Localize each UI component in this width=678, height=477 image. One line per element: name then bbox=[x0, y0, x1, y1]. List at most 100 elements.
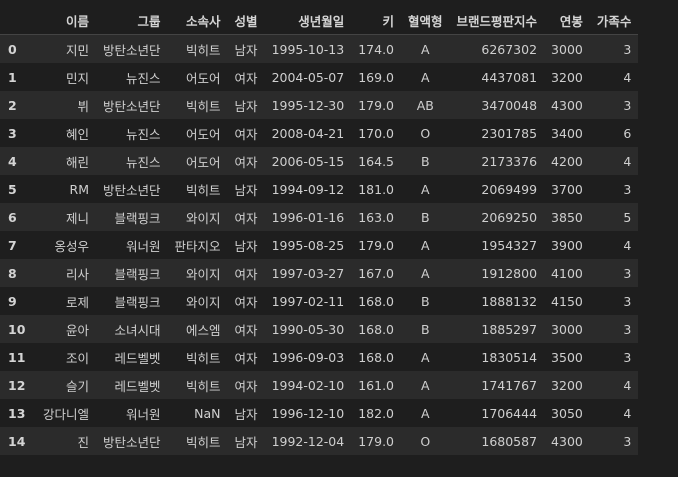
cell-height: 179.0 bbox=[358, 97, 395, 113]
cell-agency: 와이지 bbox=[186, 266, 221, 282]
index-header-blank bbox=[0, 6, 36, 35]
cell-group: 블랙핑크 bbox=[114, 294, 161, 310]
cell-agency: 빅히트 bbox=[186, 434, 221, 450]
row-index: 9 bbox=[8, 293, 17, 309]
cell-birthdate: 1994-02-10 bbox=[271, 377, 345, 393]
row-index: 5 bbox=[8, 181, 17, 197]
cell-family-count: 3 bbox=[623, 433, 632, 449]
cell-birthdate: 1997-03-27 bbox=[271, 265, 345, 281]
cell-gender: 여자 bbox=[234, 154, 258, 170]
row-index: 13 bbox=[8, 405, 26, 421]
cell-brand-index: 1888132 bbox=[481, 293, 538, 309]
table-row: 1 민지 뉴진스 어도어 여자 2004-05-07 169.0 A 4437081 3200 4 bbox=[0, 63, 639, 91]
cell-agency: 와이지 bbox=[186, 210, 221, 226]
cell-blood-type: B bbox=[420, 209, 430, 225]
cell-brand-index: 1954327 bbox=[481, 237, 538, 253]
column-header-brand-index: 브랜드평판지수 bbox=[449, 6, 545, 35]
cell-height: 170.0 bbox=[358, 125, 395, 141]
cell-agency: 에스엠 bbox=[186, 322, 221, 338]
cell-name: 강다니엘 bbox=[43, 406, 90, 422]
table-row: 10 윤아 소녀시대 에스엠 여자 1990-05-30 168.0 B 1885297 3000… bbox=[0, 315, 639, 343]
table-row: 0 지민 방탄소년단 빅히트 남자 1995-10-13 174.0 A 6267302 3000… bbox=[0, 34, 639, 63]
cell-brand-index: 2173376 bbox=[481, 153, 538, 169]
column-header-group: 그룹 bbox=[96, 6, 168, 35]
cell-blood-type: A bbox=[420, 41, 430, 57]
cell-group: 뉴진스 bbox=[126, 126, 161, 142]
cell-agency: 어도어 bbox=[186, 154, 221, 170]
cell-family-count: 4 bbox=[623, 69, 632, 85]
row-index: 6 bbox=[8, 209, 17, 225]
cell-agency: 빅히트 bbox=[186, 42, 221, 58]
cell-birthdate: 1996-09-03 bbox=[271, 349, 345, 365]
cell-height: 179.0 bbox=[358, 237, 395, 253]
cell-brand-index: 6267302 bbox=[481, 41, 538, 57]
cell-group: 레드벨벳 bbox=[114, 350, 161, 366]
cell-salary: 4300 bbox=[551, 97, 583, 113]
cell-birthdate: 1996-12-10 bbox=[271, 405, 345, 421]
cell-blood-type: AB bbox=[416, 97, 434, 113]
cell-group: 방탄소년단 bbox=[103, 434, 161, 450]
row-index: 7 bbox=[8, 237, 17, 253]
cell-name: 조이 bbox=[66, 350, 90, 366]
table-body: 0 지민 방탄소년단 빅히트 남자 1995-10-13 174.0 A 6267302 3000… bbox=[0, 34, 639, 455]
cell-agency: 판타지오 bbox=[174, 238, 221, 254]
cell-brand-index: 2069499 bbox=[481, 181, 538, 197]
cell-blood-type: O bbox=[420, 433, 431, 449]
cell-birthdate: 1997-02-11 bbox=[271, 293, 345, 309]
cell-blood-type: A bbox=[420, 377, 430, 393]
cell-gender: 남자 bbox=[234, 406, 258, 422]
cell-gender: 여자 bbox=[234, 378, 258, 394]
cell-family-count: 4 bbox=[623, 377, 632, 393]
cell-agency: 빅히트 bbox=[186, 350, 221, 366]
cell-height: 163.0 bbox=[358, 209, 395, 225]
cell-birthdate: 1996-01-16 bbox=[271, 209, 345, 225]
cell-birthdate: 1994-09-12 bbox=[271, 181, 345, 197]
cell-height: 182.0 bbox=[358, 405, 395, 421]
notebook-output-area: 이름 그룹 소속사 성별 생년월일 키 혈액형 브랜드평판지수 연봉 가족수 0… bbox=[0, 0, 678, 477]
cell-brand-index: 1741767 bbox=[481, 377, 538, 393]
cell-gender: 여자 bbox=[234, 350, 258, 366]
cell-salary: 3400 bbox=[551, 125, 583, 141]
cell-group: 방탄소년단 bbox=[103, 42, 161, 58]
row-index: 4 bbox=[8, 153, 17, 169]
cell-birthdate: 1995-10-13 bbox=[271, 41, 345, 57]
column-header-blood-type: 혈액형 bbox=[401, 6, 450, 35]
cell-agency: 어도어 bbox=[186, 70, 221, 86]
cell-family-count: 3 bbox=[623, 97, 632, 113]
cell-birthdate: 1992-12-04 bbox=[271, 433, 345, 449]
cell-blood-type: A bbox=[420, 69, 430, 85]
cell-name: 혜인 bbox=[66, 126, 90, 142]
cell-gender: 남자 bbox=[234, 238, 258, 254]
cell-height: 179.0 bbox=[358, 433, 395, 449]
cell-agency: 빅히트 bbox=[186, 182, 221, 198]
cell-name: 슬기 bbox=[66, 378, 90, 394]
cell-gender: 여자 bbox=[234, 266, 258, 282]
cell-name: 옹성우 bbox=[54, 238, 90, 254]
table-row: 5 RM 방탄소년단 빅히트 남자 1994-09-12 181.0 A 2069499 3700… bbox=[0, 175, 639, 203]
table-row: 12 슬기 레드벨벳 빅히트 여자 1994-02-10 161.0 A 1741767 3200… bbox=[0, 371, 639, 399]
table-header: 이름 그룹 소속사 성별 생년월일 키 혈액형 브랜드평판지수 연봉 가족수 bbox=[0, 6, 639, 35]
cell-name: 뷔 bbox=[77, 98, 90, 114]
cell-gender: 여자 bbox=[234, 294, 258, 310]
cell-salary: 4100 bbox=[551, 265, 583, 281]
cell-group: 블랙핑크 bbox=[114, 210, 161, 226]
table-row: 9 로제 블랙핑크 와이지 여자 1997-02-11 168.0 B 1888132 4150 3 bbox=[0, 287, 639, 315]
column-header-salary: 연봉 bbox=[544, 6, 590, 35]
cell-group: 워너원 bbox=[126, 406, 161, 422]
cell-birthdate: 1990-05-30 bbox=[271, 321, 345, 337]
cell-gender: 남자 bbox=[234, 98, 258, 114]
cell-salary: 3200 bbox=[551, 377, 583, 393]
cell-name: 해린 bbox=[66, 154, 90, 170]
cell-name: 로제 bbox=[66, 294, 90, 310]
header-row: 이름 그룹 소속사 성별 생년월일 키 혈액형 브랜드평판지수 연봉 가족수 bbox=[0, 6, 639, 35]
cell-name: 윤아 bbox=[66, 322, 90, 338]
cell-blood-type: A bbox=[420, 349, 430, 365]
cell-gender: 남자 bbox=[234, 182, 258, 198]
cell-group: 방탄소년단 bbox=[103, 98, 161, 114]
table-row: 8 리사 블랙핑크 와이지 여자 1997-03-27 167.0 A 1912800 4100 3 bbox=[0, 259, 639, 287]
cell-name: 지민 bbox=[66, 42, 90, 58]
cell-brand-index: 1706444 bbox=[481, 405, 538, 421]
cell-agency: 빅히트 bbox=[186, 378, 221, 394]
cell-brand-index: 3470048 bbox=[481, 97, 538, 113]
table-row: 4 해린 뉴진스 어도어 여자 2006-05-15 164.5 B 2173376 4200 4 bbox=[0, 147, 639, 175]
